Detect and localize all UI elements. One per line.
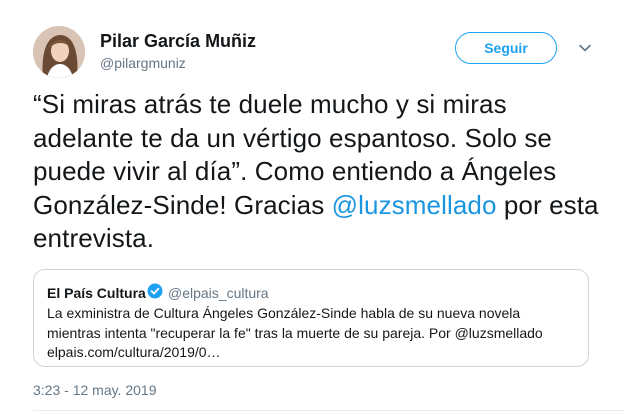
avatar[interactable]: [33, 26, 85, 78]
author-handle[interactable]: @pilargmuniz: [100, 55, 186, 71]
verified-badge-icon: [147, 283, 163, 299]
tweet-card: Pilar García Muñiz @pilargmuniz Seguir “…: [0, 0, 624, 415]
author-name[interactable]: Pilar García Muñiz: [100, 31, 256, 52]
divider: [33, 410, 624, 411]
quoted-tweet[interactable]: El País Cultura @elpais_cultura La exmin…: [33, 269, 589, 367]
quoted-author-name: El País Cultura: [47, 285, 146, 301]
chevron-down-icon[interactable]: [577, 40, 593, 56]
tweet-timestamp[interactable]: 3:23 - 12 may. 2019: [33, 382, 156, 398]
user-avatar-image: [33, 26, 85, 78]
quoted-text: La exministra de Cultura Ángeles Gonzále…: [47, 305, 543, 360]
quoted-author-handle: @elpais_cultura: [168, 285, 269, 301]
tweet-mention-link[interactable]: @luzsmellado: [332, 190, 497, 220]
follow-button[interactable]: Seguir: [455, 32, 557, 64]
tweet-text: “Si miras atrás te duele mucho y si mira…: [33, 88, 613, 256]
